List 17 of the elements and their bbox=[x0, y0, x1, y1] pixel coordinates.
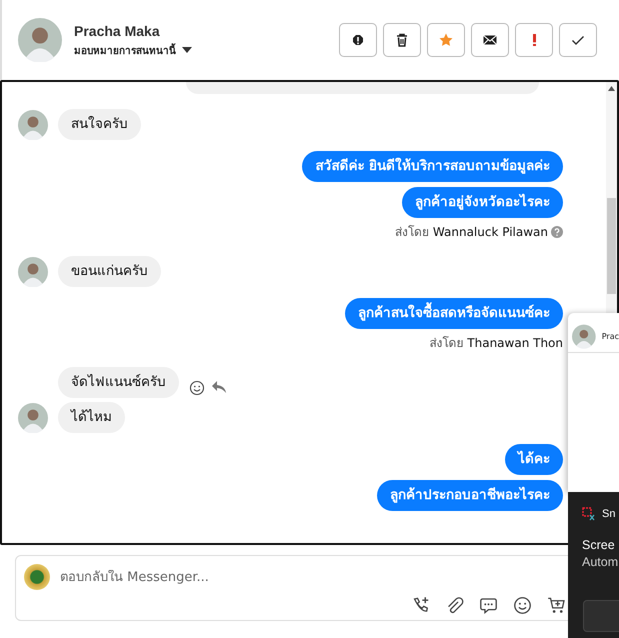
notification-title: Scree bbox=[582, 537, 616, 554]
notification-text: Autom bbox=[582, 554, 619, 571]
assign-dropdown[interactable]: มอบหมายการสนทนานี้ bbox=[74, 42, 192, 58]
message-bubble: ได้ไหม bbox=[58, 402, 125, 433]
contact-name: Pracha Maka bbox=[74, 22, 161, 38]
sent-by-label: ส่งโดย Wannaluck Pilawan bbox=[395, 224, 548, 241]
app-name: Sn bbox=[602, 508, 616, 520]
message-bubble: จัดไฟแนนซ์ครับ bbox=[58, 367, 179, 398]
message-bubble: ลูกค้าอยู่จังหวัดอะไรคะ bbox=[402, 187, 563, 218]
message-bubble: ลูกค้าสนใจซื้อสดหรือจัดแนนซ์คะ bbox=[345, 298, 563, 329]
message-bubble: ขอนแก่นครับ bbox=[58, 256, 161, 287]
message-bubble: สนใจครับ bbox=[58, 109, 141, 140]
message-bubble: สวัสดีค่ะ ยินดีให้บริการสอบถามข้อมูลค่ะ bbox=[302, 151, 563, 182]
message-bubble: ลูกค้าประกอบอาชีพอะไรคะ bbox=[377, 480, 563, 511]
contact-name: Prac bbox=[602, 332, 619, 341]
sent-by-label: ส่งโดย Thanawan Thon bbox=[429, 335, 563, 352]
message-bubble: ได้คะ bbox=[505, 444, 563, 475]
